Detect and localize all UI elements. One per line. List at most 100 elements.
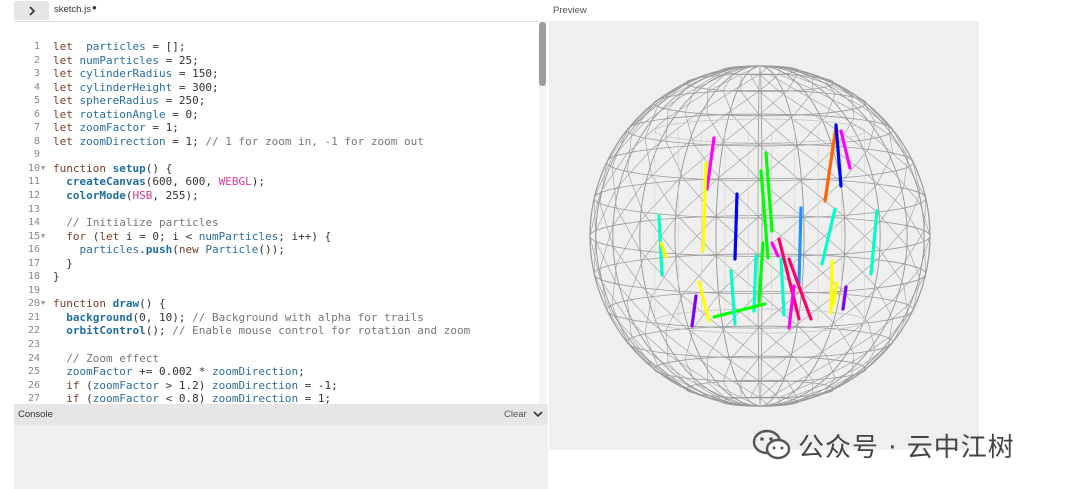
sphere-mesh-line — [639, 250, 678, 292]
code-line[interactable]: 9 — [14, 148, 539, 162]
editor-scrollbar-thumb[interactable] — [539, 22, 546, 86]
code-line[interactable]: 20 ▼ function draw() { — [14, 297, 539, 311]
code-text: if (zoomFactor < 0.8) zoomDirection = 1; — [66, 392, 332, 404]
line-number: 5 — [33, 95, 40, 107]
sphere-mesh-line — [631, 337, 655, 370]
console-header: Console Clear — [14, 404, 548, 425]
sphere-longitude-line — [674, 65, 846, 407]
sphere-mesh-line — [612, 246, 644, 289]
code-line[interactable]: 14 // Initialize particles — [14, 216, 539, 230]
code-line[interactable]: 19 — [14, 284, 539, 298]
console-output[interactable] — [14, 425, 548, 489]
line-number: 18 — [27, 271, 40, 283]
sphere-mesh-line — [851, 353, 855, 376]
particle-trail — [831, 281, 839, 307]
sphere-mesh-line — [611, 263, 617, 306]
code-line[interactable]: 16 particles.push(new Particle()); — [14, 243, 539, 257]
sphere-mesh-line — [706, 89, 709, 115]
sphere-mesh-line — [593, 157, 613, 199]
code-line[interactable]: 26 if (zoomFactor > 1.2) zoomDirection =… — [14, 379, 539, 393]
sphere-mesh-line — [716, 217, 761, 257]
line-number: 10 — [27, 162, 40, 174]
line-number: 21 — [27, 311, 40, 323]
code-line[interactable]: 5 let sphereRadius = 250; — [14, 94, 539, 108]
fold-toggle-icon[interactable]: ▼ — [41, 297, 45, 311]
line-number: 17 — [27, 257, 40, 269]
code-line[interactable]: 21 background(0, 10); // Background with… — [14, 311, 539, 325]
sphere-longitude-line — [674, 65, 846, 407]
fold-toggle-icon[interactable]: ▼ — [41, 162, 45, 176]
sphere-mesh-line — [853, 300, 893, 331]
sphere-mesh-line — [868, 175, 904, 209]
preview-canvas[interactable] — [549, 21, 979, 450]
sphere-mesh-line — [923, 198, 927, 231]
code-line[interactable]: 24 // Zoom effect — [14, 352, 539, 366]
code-line[interactable]: 18} — [14, 270, 539, 284]
code-line[interactable]: 2 let numParticles = 25; — [14, 54, 539, 68]
line-number: 26 — [27, 379, 40, 391]
sphere-mesh-line — [923, 241, 927, 274]
code-text: let cylinderHeight = 300; — [53, 80, 219, 94]
code-editor[interactable]: 1 let particles = []; 2 let numParticles = … — [14, 21, 548, 404]
line-number: 3 — [33, 68, 40, 80]
code-line[interactable]: 1 let particles = []; — [14, 40, 539, 54]
sphere-mesh-line — [599, 203, 614, 247]
code-line[interactable]: 23 — [14, 338, 539, 352]
code-text: function draw() { — [53, 297, 166, 311]
sphere-mesh-line — [759, 115, 795, 146]
sphere-longitude-line — [715, 65, 805, 407]
code-line[interactable]: 25 zoomFactor += 0.002 * zoomDirection; — [14, 365, 539, 379]
code-line[interactable]: 17 } — [14, 257, 539, 271]
sphere-longitude-line — [715, 65, 805, 407]
chevron-right-icon — [28, 5, 35, 16]
sidebar-toggle-button[interactable] — [14, 1, 49, 20]
code-line[interactable]: 10 ▼ function setup() { — [14, 162, 539, 176]
sphere-longitude-line — [639, 65, 881, 407]
code-text: let rotationAngle = 0; — [53, 107, 199, 121]
sphere-mesh-line — [802, 217, 846, 254]
sphere-mesh-line — [787, 75, 798, 91]
code-line[interactable]: 4 let cylinderHeight = 300; — [14, 81, 539, 95]
code-line[interactable]: 27 if (zoomFactor < 0.8) zoomDirection =… — [14, 392, 539, 404]
sphere-mesh-line — [722, 381, 734, 399]
sphere-mesh-line — [759, 326, 795, 357]
sphere-mesh-line — [599, 225, 614, 269]
particle-trail — [729, 269, 737, 326]
sphere-mesh-line — [644, 93, 686, 123]
code-line[interactable]: 12 colorMode(HSB, 255); — [14, 189, 539, 203]
line-number: 1 — [33, 41, 40, 52]
code-line[interactable]: 11 createCanvas(600, 600, WEBGL); — [14, 175, 539, 189]
chevron-down-icon[interactable] — [532, 408, 544, 420]
sphere-mesh-line — [759, 90, 788, 115]
code-text: } — [53, 256, 73, 270]
line-number: 13 — [27, 203, 40, 215]
sphere-mesh-line — [759, 91, 788, 116]
sphere-mesh-line — [676, 216, 717, 257]
sphere-mesh-line — [732, 325, 761, 357]
code-lines[interactable]: 1 let particles = []; 2 let numParticles = … — [14, 40, 539, 404]
particle-trail — [757, 241, 765, 304]
code-line[interactable]: 15 ▼ for (let i = 0; i < numParticles; i+… — [14, 230, 539, 244]
code-line[interactable]: 3 let cylinderRadius = 150; — [14, 67, 539, 81]
code-line[interactable]: 22 orbitControl(); // Enable mouse contr… — [14, 324, 539, 338]
sphere-mesh-line — [906, 192, 921, 226]
code-text: let zoomDirection = 1; // 1 for zoom in,… — [53, 134, 424, 148]
code-line[interactable]: 13 — [14, 203, 539, 217]
sphere-mesh-line — [644, 349, 686, 379]
sphere-mesh-line — [888, 125, 893, 154]
sphere-mesh-line — [732, 115, 761, 147]
particle-trail — [797, 206, 803, 285]
sphere-mesh-line — [644, 333, 658, 366]
file-tab-sketch[interactable]: sketch.js — [54, 4, 91, 15]
sphere-mesh-line — [644, 106, 658, 139]
sphere-mesh-line — [778, 91, 814, 115]
code-line[interactable]: 6 let rotationAngle = 0; — [14, 108, 539, 122]
sphere-mesh-line — [759, 356, 788, 381]
console-clear-button[interactable]: Clear — [504, 409, 527, 420]
code-text: for (let i = 0; i < numParticles; i++) { — [66, 229, 332, 243]
code-line[interactable]: 8 let zoomDirection = 1; // 1 for zoom in… — [14, 135, 539, 149]
sphere-mesh-line — [740, 356, 761, 381]
fold-toggle-icon[interactable]: ▼ — [41, 230, 45, 244]
code-line[interactable]: 7 let zoomFactor = 1; — [14, 121, 539, 135]
sphere-mesh-line — [834, 333, 876, 361]
